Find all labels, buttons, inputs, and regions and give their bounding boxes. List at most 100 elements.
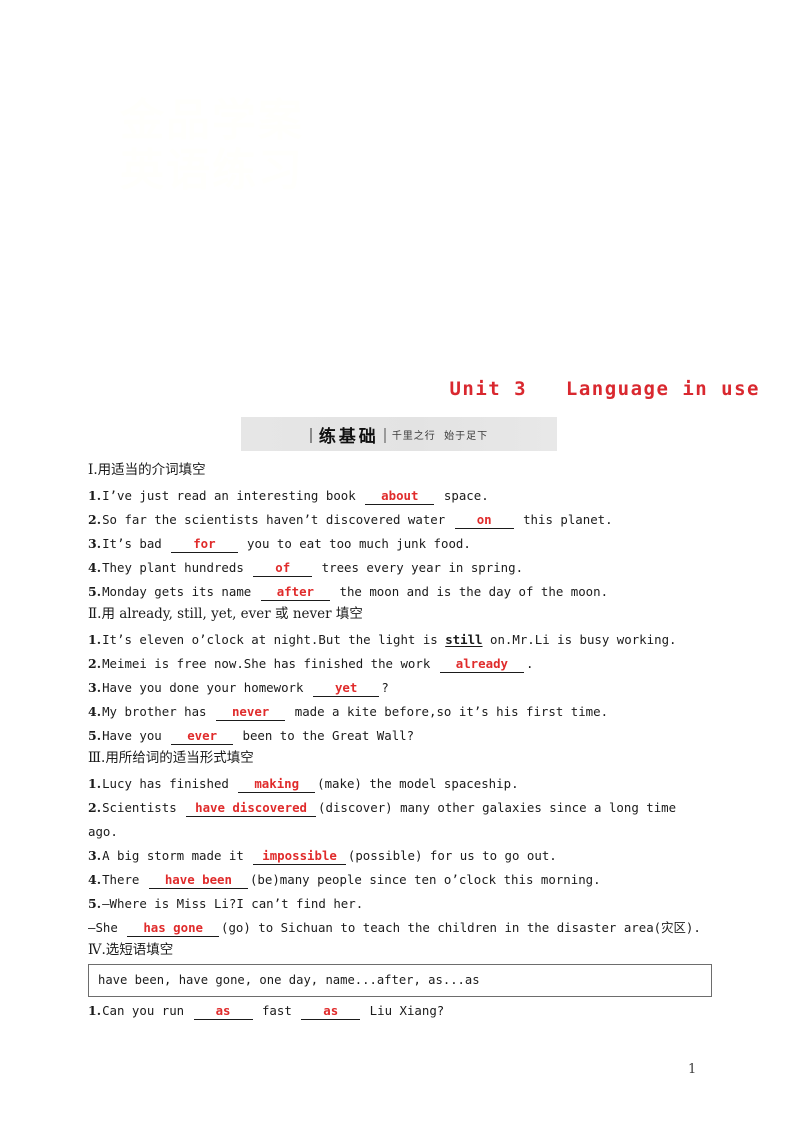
answer-underlined[interactable]: still bbox=[445, 632, 482, 647]
banner-accent-bar-icon bbox=[309, 427, 312, 443]
question-text: Have you done your homework yet? bbox=[102, 680, 389, 697]
question-text-run: It’s bad bbox=[102, 536, 170, 551]
answer-blank[interactable]: on bbox=[454, 512, 514, 529]
section-heading-text: 选短语填空 bbox=[105, 942, 174, 958]
banner-sub-label: 千里之行 始于足下 bbox=[391, 430, 489, 442]
question-number: 1. bbox=[88, 488, 102, 503]
question-number: 1. bbox=[88, 776, 102, 791]
unit-title: Unit 3 Language in use bbox=[449, 378, 760, 400]
answer-blank[interactable]: have been bbox=[148, 872, 248, 889]
question-item: 2.Meimei is free now.She has finished th… bbox=[88, 652, 712, 676]
question-number: 3. bbox=[88, 848, 102, 863]
section-heading-prefix: Ⅳ. bbox=[88, 942, 106, 958]
answer-blank[interactable]: for bbox=[171, 536, 238, 553]
section-banner: 练基础 千里之行 始于足下 bbox=[241, 417, 557, 451]
phrase-bank-box: have been, have gone, one day, name...af… bbox=[88, 964, 712, 997]
question-text: —Where is Miss Li?I can’t find her. bbox=[102, 896, 363, 911]
question-text: A big storm made it impossible (possible)… bbox=[102, 848, 557, 865]
answer-blank[interactable]: after bbox=[260, 584, 331, 601]
question-number: 5. bbox=[88, 584, 102, 599]
answer-blank[interactable]: already bbox=[439, 656, 524, 673]
question-text: Lucy has finished making (make) the model… bbox=[102, 776, 519, 793]
question-item: —She has gone (go) to Sichuan to teach th… bbox=[88, 916, 712, 940]
question-item: 3.A big storm made it impossible (possibl… bbox=[88, 844, 712, 868]
question-item: 1.I’ve just read an interesting book abo… bbox=[88, 484, 712, 508]
question-text: There have been (be)many people since ten… bbox=[102, 872, 601, 889]
section-heading-prefix: Ⅲ. bbox=[88, 750, 106, 766]
question-text-run: (be)many people since ten o’clock this m… bbox=[249, 872, 601, 887]
question-number: 3. bbox=[88, 680, 102, 695]
question-text: It’s eleven o’clock at night.But the lig… bbox=[102, 632, 676, 647]
question-text: I’ve just read an interesting book about… bbox=[102, 488, 489, 505]
question-item: 5.—Where is Miss Li?I can’t find her. bbox=[88, 892, 712, 916]
answer-blank[interactable]: making bbox=[238, 776, 316, 793]
question-text: Can you run as fast as Liu Xiang? bbox=[102, 1003, 444, 1020]
question-text-run: Meimei is free now.She has finished the … bbox=[102, 656, 438, 671]
question-number: 5. bbox=[88, 728, 102, 743]
question-number: 2. bbox=[88, 656, 102, 671]
question-item: 2.Scientists have discovered (discover) m… bbox=[88, 796, 712, 844]
banner-main-label: 练基础 bbox=[318, 426, 379, 447]
question-text: My brother has never made a kite before,… bbox=[102, 704, 609, 721]
answer-blank[interactable]: never bbox=[215, 704, 286, 721]
answer-blank[interactable]: yet bbox=[312, 680, 380, 697]
answer-blank[interactable]: impossible bbox=[253, 848, 346, 865]
question-item: 2.So far the scientists haven’t discover… bbox=[88, 508, 712, 532]
question-text: Have you ever been to the Great Wall? bbox=[102, 728, 414, 745]
question-item: 4.They plant hundreds of trees every yea… bbox=[88, 556, 712, 580]
question-text-run: (possible) for us to go out. bbox=[347, 848, 557, 863]
answer-blank[interactable]: about bbox=[365, 488, 435, 505]
question-number: 1. bbox=[88, 632, 102, 647]
section-heading-prefix: Ⅰ. bbox=[88, 462, 98, 478]
question-text-run: the moon and is the day of the moon. bbox=[332, 584, 609, 599]
section-heading: Ⅲ.用所给词的适当形式填空 bbox=[88, 748, 712, 768]
question-item: 1.It’s eleven o’clock at night.But the l… bbox=[88, 628, 712, 652]
answer-blank[interactable]: has gone bbox=[127, 920, 219, 937]
section-heading-text: 用所给词的适当形式填空 bbox=[105, 750, 254, 766]
question-number: 4. bbox=[88, 872, 102, 887]
question-text: —She has gone (go) to Sichuan to teach th… bbox=[88, 920, 701, 937]
question-text-run: Scientists bbox=[102, 800, 185, 815]
question-number: 5. bbox=[88, 896, 102, 911]
question-text-run: you to eat too much junk food. bbox=[239, 536, 471, 551]
question-item: 3.It’s bad for you to eat too much junk … bbox=[88, 532, 712, 556]
answer-blank[interactable]: of bbox=[253, 560, 313, 577]
section-heading-prefix: Ⅱ. bbox=[88, 606, 102, 622]
question-text-run: Have you done your homework bbox=[102, 680, 311, 695]
section-heading: Ⅱ.用 already, still, yet, ever 或 never 填空 bbox=[88, 604, 712, 624]
question-number: 2. bbox=[88, 800, 102, 815]
question-text-run: Lucy has finished bbox=[102, 776, 237, 791]
section-heading-text: 用 already, still, yet, ever 或 never 填空 bbox=[101, 606, 363, 622]
answer-blank[interactable]: ever bbox=[171, 728, 234, 745]
answer-blank[interactable]: as bbox=[301, 1003, 361, 1020]
question-item: 1.Lucy has finished making (make) the mod… bbox=[88, 772, 712, 796]
question-text-run: Can you run bbox=[102, 1003, 192, 1018]
answer-blank[interactable]: as bbox=[193, 1003, 253, 1020]
question-text-run: space. bbox=[436, 488, 489, 503]
question-text-run: So far the scientists haven’t discovered… bbox=[102, 512, 453, 527]
question-text-run: It’s eleven o’clock at night.But the lig… bbox=[102, 632, 446, 647]
question-text-run: ? bbox=[381, 680, 389, 695]
question-number: 4. bbox=[88, 560, 102, 575]
question-text-run: this planet. bbox=[515, 512, 613, 527]
question-text-run: I’ve just read an interesting book bbox=[102, 488, 364, 503]
question-text-run: A big storm made it bbox=[102, 848, 252, 863]
page-number: 1 bbox=[688, 1062, 697, 1077]
answer-blank[interactable]: have discovered bbox=[186, 800, 317, 817]
question-item: 4.There have been (be)many people since t… bbox=[88, 868, 712, 892]
page-watermark: 金品学案 英语练习 bbox=[120, 95, 304, 196]
question-text: They plant hundreds of trees every year … bbox=[102, 560, 523, 577]
question-text-run: Have you bbox=[102, 728, 170, 743]
question-text: Monday gets its name after the moon and … bbox=[102, 584, 609, 601]
question-text-run: on.Mr.Li is busy working. bbox=[482, 632, 677, 647]
question-item: 5.Monday gets its name after the moon an… bbox=[88, 580, 712, 604]
question-item: 4.My brother has never made a kite befor… bbox=[88, 700, 712, 724]
section-heading-text: 用适当的介词填空 bbox=[97, 462, 206, 478]
section-heading: Ⅰ.用适当的介词填空 bbox=[88, 460, 712, 480]
banner-divider-icon bbox=[383, 427, 386, 443]
question-number: 1. bbox=[88, 1003, 102, 1018]
question-text-run: (go) to Sichuan to teach the children in… bbox=[221, 920, 701, 935]
question-number: 2. bbox=[88, 512, 102, 527]
question-number: 4. bbox=[88, 704, 102, 719]
question-text-run: made a kite before,so it’s his first tim… bbox=[287, 704, 609, 719]
